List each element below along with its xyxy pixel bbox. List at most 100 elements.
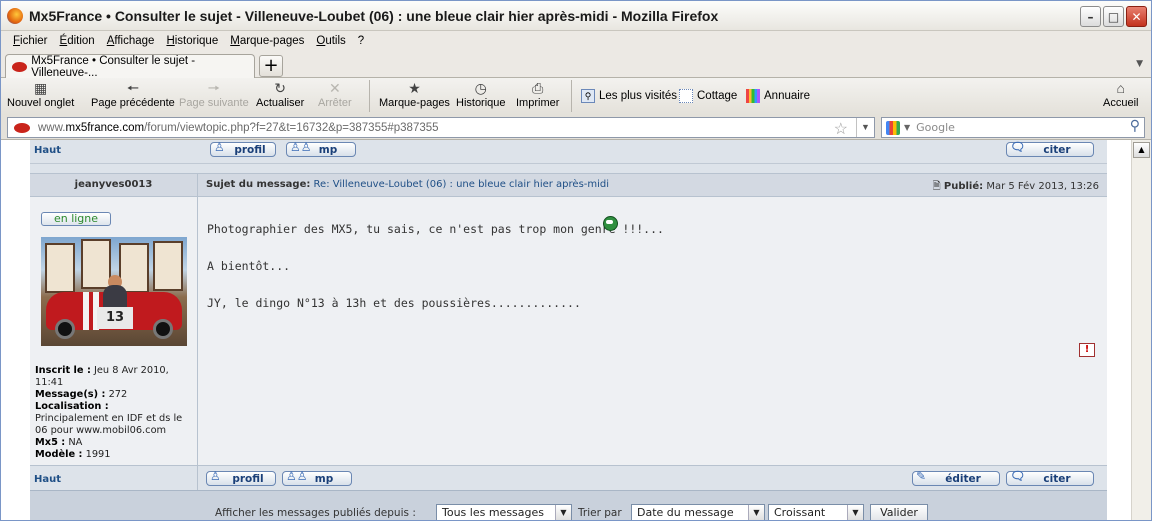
filter-label: Afficher les messages publiés depuis : bbox=[215, 507, 416, 519]
post-line: A bientôt... bbox=[207, 259, 291, 273]
subject-link[interactable]: Re: Villeneuve-Loubet (06) : une bleue c… bbox=[314, 179, 610, 190]
info-modele: Modèle : 1991 bbox=[35, 449, 111, 460]
close-icon[interactable]: ✕ bbox=[1126, 6, 1147, 27]
minimize-icon[interactable]: – bbox=[1080, 6, 1101, 27]
tab-active[interactable]: Mx5France • Consulter le sujet - Villene… bbox=[5, 54, 255, 79]
menu-outils[interactable]: Outils bbox=[310, 35, 351, 47]
chevron-down-icon: ▼ bbox=[748, 505, 764, 520]
sort-by-select[interactable]: Date du message ▼ bbox=[631, 504, 765, 520]
users-icon: ♙♙ bbox=[290, 140, 312, 154]
post-footer: Haut ♙ profil ♙♙ mp ✎ éditer 🗨 citer bbox=[30, 465, 1107, 490]
stop-button[interactable]: ✕ Arrêter bbox=[318, 80, 352, 109]
menu-edition[interactable]: Édition bbox=[54, 35, 101, 47]
toolbar-separator bbox=[571, 80, 572, 112]
new-tab-button[interactable]: + bbox=[259, 55, 283, 77]
private-message-button[interactable]: ♙♙ mp bbox=[282, 469, 352, 486]
speech-bubble-icon: 🗨 bbox=[1010, 469, 1026, 483]
mx5-favicon-icon bbox=[12, 61, 28, 72]
tab-list-icon[interactable]: ▼ bbox=[1136, 59, 1143, 69]
new-tab-toolbar-button[interactable]: ▦ Nouvel onglet bbox=[7, 80, 74, 109]
reload-icon: ↻ bbox=[274, 80, 287, 96]
browser-window: Mx5France • Consulter le sujet - Villene… bbox=[0, 0, 1152, 521]
info-inscrit: Inscrit le : Jeu 8 Avr 2010, 11:41 bbox=[35, 365, 169, 388]
post-header: jeanyves0013 Sujet du message: Re: Ville… bbox=[30, 173, 1107, 197]
avatar-building bbox=[81, 239, 111, 289]
bookmark-star-icon: ★ bbox=[408, 80, 421, 96]
menu-historique[interactable]: Historique bbox=[160, 35, 224, 47]
post-author[interactable]: jeanyves0013 bbox=[30, 179, 197, 190]
divider bbox=[197, 466, 198, 490]
avatar-building bbox=[153, 241, 183, 291]
maximize-icon[interactable]: □ bbox=[1103, 6, 1124, 27]
google-icon[interactable] bbox=[886, 120, 900, 135]
history-button[interactable]: ◷ Historique bbox=[456, 80, 506, 109]
toolbar-separator bbox=[369, 80, 370, 112]
search-engine-dropdown-icon[interactable]: ▼ bbox=[904, 123, 910, 132]
back-button[interactable]: 🠔 Page précédente bbox=[91, 80, 175, 109]
forward-button[interactable]: 🠖 Page suivante bbox=[179, 80, 249, 109]
bookmark-annuaire[interactable]: Annuaire bbox=[746, 89, 810, 103]
url-history-dropdown-icon[interactable]: ▼ bbox=[856, 118, 874, 137]
mx5-favicon-icon bbox=[14, 122, 30, 133]
quote-button[interactable]: 🗨 citer bbox=[1006, 140, 1094, 157]
post-line: JY, le dingo N°13 à 13h et des poussière… bbox=[207, 296, 581, 310]
vertical-scrollbar[interactable]: ▲ bbox=[1131, 140, 1151, 520]
info-localisation: Localisation : Principalement en IDF et d… bbox=[35, 401, 183, 436]
profile-button[interactable]: ♙ profil bbox=[210, 140, 276, 157]
url-text: www.mx5france.com/forum/viewtopic.php?f=… bbox=[38, 121, 439, 134]
bookmarks-button[interactable]: ★ Marque-pages bbox=[379, 80, 450, 109]
forum-post-area: Haut ♙ profil ♙♙ mp 🗨 citer jeanyves0013 bbox=[30, 140, 1107, 520]
author-info: Inscrit le : Jeu 8 Avr 2010, 11:41 Messa… bbox=[35, 365, 197, 461]
search-icon[interactable]: ⚲ bbox=[1130, 118, 1140, 134]
search-bar[interactable]: ▼ Google ⚲ bbox=[881, 117, 1145, 138]
post-page-icon[interactable]: 🗎 bbox=[933, 181, 941, 192]
reload-button[interactable]: ↻ Actualiser bbox=[256, 80, 304, 109]
info-messages: Message(s) : 272 bbox=[35, 389, 128, 400]
search-placeholder: Google bbox=[916, 121, 955, 134]
profile-button[interactable]: ♙ profil bbox=[206, 469, 276, 486]
home-icon: ⌂ bbox=[1116, 80, 1125, 96]
back-arrow-icon: 🠔 bbox=[126, 80, 140, 96]
menu-affichage[interactable]: Affichage bbox=[101, 35, 161, 47]
avatar-sign: 13 bbox=[97, 307, 133, 329]
pencil-icon: ✎ bbox=[916, 469, 927, 483]
chevron-down-icon: ▼ bbox=[847, 505, 863, 520]
top-link[interactable]: Haut bbox=[34, 145, 61, 156]
quote-button[interactable]: 🗨 citer bbox=[1006, 469, 1094, 486]
post-subject: Sujet du message: Re: Villeneuve-Loubet … bbox=[206, 179, 610, 190]
edit-button[interactable]: ✎ éditer bbox=[912, 469, 1000, 486]
user-icon: ♙ bbox=[210, 469, 221, 483]
stop-icon: ✕ bbox=[328, 80, 341, 96]
clock-icon: ◷ bbox=[474, 80, 487, 96]
menu-marque-pages[interactable]: Marque-pages bbox=[224, 35, 310, 47]
info-mx5: Mx5 : NA bbox=[35, 437, 83, 448]
window-controls: – □ ✕ bbox=[1080, 6, 1147, 27]
online-status-badge: en ligne bbox=[41, 212, 111, 226]
post-date: 🗎 Publié: Mar 5 Fév 2013, 13:26 bbox=[932, 181, 1099, 192]
author-panel: en ligne 13 Inscrit le : Jeu 8 Avr 2010,… bbox=[30, 197, 198, 465]
sort-order-select[interactable]: Croissant ▼ bbox=[768, 504, 864, 520]
printer-icon: ⎙ bbox=[532, 80, 544, 96]
message-filter-bar: Afficher les messages publiés depuis : T… bbox=[30, 490, 1107, 520]
forward-arrow-icon: 🠖 bbox=[207, 80, 220, 96]
bookmark-star-icon[interactable]: ☆ bbox=[834, 119, 848, 139]
avatar-stripe bbox=[83, 292, 89, 330]
print-button[interactable]: ⎙ Imprimer bbox=[516, 80, 559, 109]
report-icon[interactable]: ! bbox=[1079, 343, 1095, 357]
bookmark-cottage[interactable]: Cottage bbox=[679, 89, 737, 103]
top-link[interactable]: Haut bbox=[34, 474, 61, 485]
bookmark-most-visited[interactable]: ⚲ Les plus visités bbox=[581, 89, 677, 103]
address-bar[interactable]: www.mx5france.com/forum/viewtopic.php?f=… bbox=[7, 117, 875, 138]
avatar-wheel bbox=[153, 319, 173, 339]
home-button[interactable]: ⌂ Accueil bbox=[1103, 80, 1138, 109]
divider bbox=[197, 174, 198, 197]
filter-since-select[interactable]: Tous les messages ▼ bbox=[436, 504, 572, 520]
menu-help[interactable]: ? bbox=[352, 35, 370, 47]
users-icon: ♙♙ bbox=[286, 469, 308, 483]
private-message-button[interactable]: ♙♙ mp bbox=[286, 140, 356, 157]
submit-button[interactable]: Valider bbox=[870, 504, 928, 520]
page-content: Haut ♙ profil ♙♙ mp 🗨 citer jeanyves0013 bbox=[1, 140, 1131, 520]
scroll-up-icon[interactable]: ▲ bbox=[1133, 142, 1150, 158]
menu-fichier[interactable]: Fichier bbox=[7, 35, 54, 47]
speech-bubble-icon: 🗨 bbox=[1010, 140, 1026, 154]
